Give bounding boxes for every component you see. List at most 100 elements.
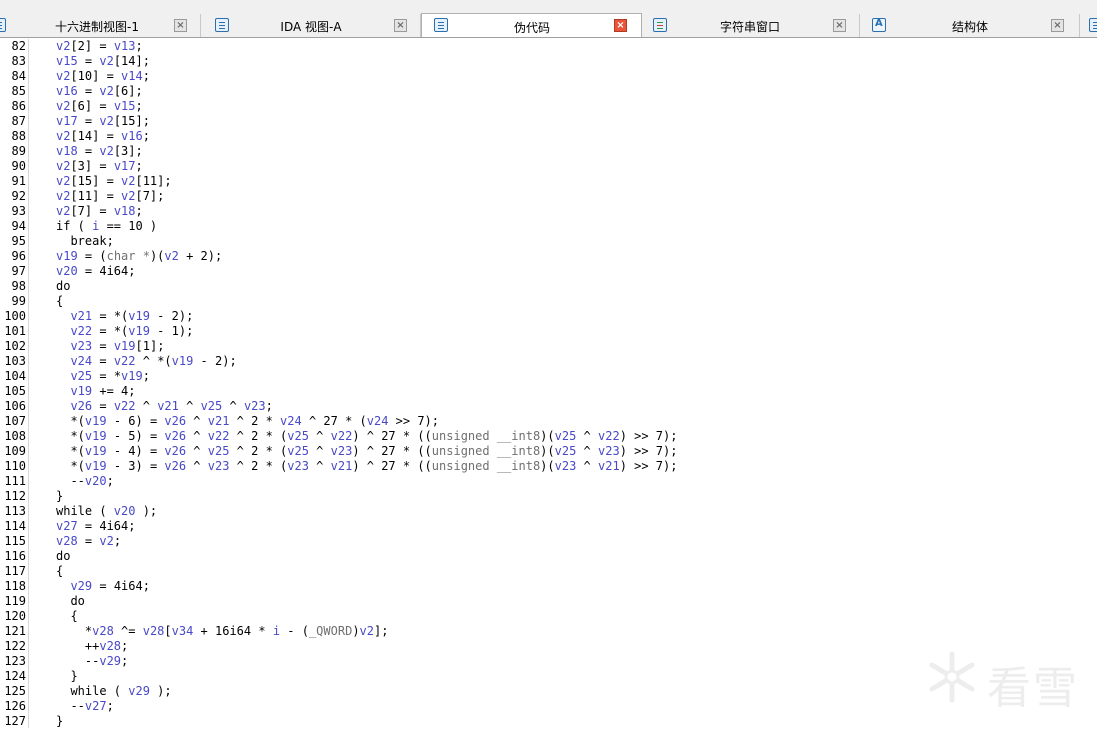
tab-pseudocode[interactable]: 伪代码 × <box>421 13 642 37</box>
code-text: v26 = v22 ^ v21 ^ v25 ^ v23; <box>70 399 273 413</box>
code-line[interactable]: 117 { <box>0 564 63 579</box>
code-line[interactable]: 111 --v20; <box>0 474 114 489</box>
code-line[interactable]: 122 ++v28; <box>0 639 128 654</box>
code-line[interactable]: 113 while ( v20 ); <box>0 504 157 519</box>
code-text: --v29; <box>56 654 129 668</box>
code-line[interactable]: 85 v16 = v2[6]; <box>0 84 143 99</box>
code-text: v21 = *(v19 - 2); <box>70 309 194 323</box>
line-number: 101 <box>4 324 26 338</box>
code-line[interactable]: 124 } <box>0 669 77 684</box>
code-line[interactable]: 95 break; <box>0 234 114 249</box>
tab-structures-close-icon[interactable]: × <box>1051 19 1064 32</box>
code-line[interactable]: 93 v2[7] = v18; <box>0 204 143 219</box>
code-text: v22 = *(v19 - 1); <box>70 324 194 338</box>
code-line[interactable]: 98 do <box>0 279 71 294</box>
structures-icon <box>872 18 886 32</box>
code-line[interactable]: 107 *(v19 - 6) = v26 ^ v21 ^ 2 * v24 ^ 2… <box>0 414 439 429</box>
code-line[interactable]: 91 v2[15] = v2[11]; <box>0 174 172 189</box>
code-line[interactable]: 99 { <box>0 294 64 309</box>
code-line[interactable]: 82 v2[2] = v13; <box>0 39 143 54</box>
code-line[interactable]: 123 --v29; <box>0 654 128 669</box>
code-text: do <box>56 279 71 293</box>
line-number: 93 <box>11 204 26 218</box>
line-number: 94 <box>11 219 26 233</box>
code-line[interactable]: 120 { <box>0 609 77 624</box>
code-line[interactable]: 103 v24 = v22 ^ *(v19 - 2); <box>0 354 236 369</box>
code-line[interactable]: 89 v18 = v2[3]; <box>0 144 143 159</box>
code-text: v17 = v2[15]; <box>56 114 150 128</box>
code-text: v15 = v2[14]; <box>56 54 150 68</box>
code-line[interactable]: 88 v2[14] = v16; <box>0 129 150 144</box>
tab-overflow[interactable] <box>1080 14 1097 37</box>
tab-strings-window-close-icon[interactable]: × <box>833 19 846 32</box>
code-line[interactable]: 97 v20 = 4i64; <box>0 264 136 279</box>
code-line[interactable]: 127} <box>0 714 63 729</box>
line-number: 88 <box>11 129 26 143</box>
code-line[interactable]: 86 v2[6] = v15; <box>0 99 143 114</box>
line-number: 114 <box>4 519 26 533</box>
code-line[interactable]: 102 v23 = v19[1]; <box>0 339 164 354</box>
code-text: } <box>56 669 78 683</box>
code-line[interactable]: 125 while ( v29 ); <box>0 684 171 699</box>
code-line[interactable]: 90 v2[3] = v17; <box>0 159 143 174</box>
code-line[interactable]: 100 v21 = *(v19 - 2); <box>0 309 193 324</box>
code-line[interactable]: 121 *v28 ^= v28[v34 + 16i64 * i - (_QWOR… <box>0 624 388 639</box>
line-number: 123 <box>4 654 26 668</box>
code-line[interactable]: 104 v25 = *v19; <box>0 369 150 384</box>
line-number: 111 <box>4 474 26 488</box>
hex-view-icon <box>0 18 6 32</box>
code-line[interactable]: 118 v29 = 4i64; <box>0 579 150 594</box>
code-line[interactable]: 112} <box>0 489 63 504</box>
tab-hex-view-close-icon[interactable]: × <box>174 19 187 32</box>
line-number: 92 <box>11 189 26 203</box>
line-number: 102 <box>4 339 26 353</box>
code-line[interactable]: 115 v28 = v2; <box>0 534 121 549</box>
code-text: v25 = *v19; <box>70 369 150 383</box>
code-line[interactable]: 126 --v27; <box>0 699 114 714</box>
code-text: v2[10] = v14; <box>56 69 150 83</box>
code-line[interactable]: 116 do <box>0 549 70 564</box>
tab-pseudocode-close-icon[interactable]: × <box>614 19 627 32</box>
tab-ida-view[interactable]: IDA 视图-A × <box>201 14 421 37</box>
line-number: 89 <box>11 144 26 158</box>
line-number: 113 <box>4 504 26 518</box>
tab-hex-view[interactable]: 十六进制视图-1 × <box>0 14 201 37</box>
code-line[interactable]: 92 v2[11] = v2[7]; <box>0 189 165 204</box>
tab-structures[interactable]: 结构体 × <box>860 14 1080 37</box>
line-number: 110 <box>4 459 26 473</box>
tab-ida-view-close-icon[interactable]: × <box>394 19 407 32</box>
code-line[interactable]: 94 if ( i == 10 ) <box>0 219 158 234</box>
line-number: 112 <box>4 489 26 503</box>
line-number: 116 <box>4 549 26 563</box>
line-number: 115 <box>4 534 26 548</box>
code-text: do <box>56 594 85 608</box>
code-line[interactable]: 105 v19 += 4; <box>0 384 135 399</box>
code-line[interactable]: 108 *(v19 - 5) = v26 ^ v22 ^ 2 * (v25 ^ … <box>0 429 677 444</box>
code-line[interactable]: 87 v17 = v2[15]; <box>0 114 150 129</box>
tab-strings-window[interactable]: 字符串窗口 × <box>642 14 860 37</box>
code-line[interactable]: 96 v19 = (char *)(v2 + 2); <box>0 249 223 264</box>
code-text: *(v19 - 6) = v26 ^ v21 ^ 2 * v24 ^ 27 * … <box>56 414 440 428</box>
code-line[interactable]: 114 v27 = 4i64; <box>0 519 135 534</box>
code-text: *(v19 - 3) = v26 ^ v23 ^ 2 * (v23 ^ v21)… <box>56 459 678 473</box>
tab-structures-label: 结构体 <box>951 20 988 34</box>
code-line[interactable]: 110 *(v19 - 3) = v26 ^ v23 ^ 2 * (v23 ^ … <box>0 459 677 474</box>
code-line[interactable]: 101 v22 = *(v19 - 1); <box>0 324 193 339</box>
code-text: v20 = 4i64; <box>56 264 136 278</box>
code-line[interactable]: 106 v26 = v22 ^ v21 ^ v25 ^ v23; <box>0 399 273 414</box>
code-text: *v28 ^= v28[v34 + 16i64 * i - (_QWORD)v2… <box>56 624 389 638</box>
pseudocode-editor[interactable]: 82 v2[2] = v13; 83 v15 = v2[14]; 84 v2[10] = … <box>0 39 1097 728</box>
line-number: 107 <box>4 414 26 428</box>
code-line[interactable]: 84 v2[10] = v14; <box>0 69 150 84</box>
code-text: v18 = v2[3]; <box>56 144 143 158</box>
tab-bar: 十六进制视图-1 × IDA 视图-A × 伪代码 × 字符串窗口 × 结构体 … <box>0 0 1097 38</box>
line-number: 98 <box>11 279 26 293</box>
code-line[interactable]: 83 v15 = v2[14]; <box>0 54 150 69</box>
line-number: 127 <box>4 714 26 728</box>
code-line[interactable]: 119 do <box>0 594 85 609</box>
code-line[interactable]: 109 *(v19 - 4) = v26 ^ v25 ^ 2 * (v25 ^ … <box>0 444 677 459</box>
disassembly-view-icon <box>215 18 229 32</box>
code-text: v28 = v2; <box>56 534 122 548</box>
code-text: v29 = 4i64; <box>70 579 150 593</box>
code-text: v23 = v19[1]; <box>70 339 165 353</box>
